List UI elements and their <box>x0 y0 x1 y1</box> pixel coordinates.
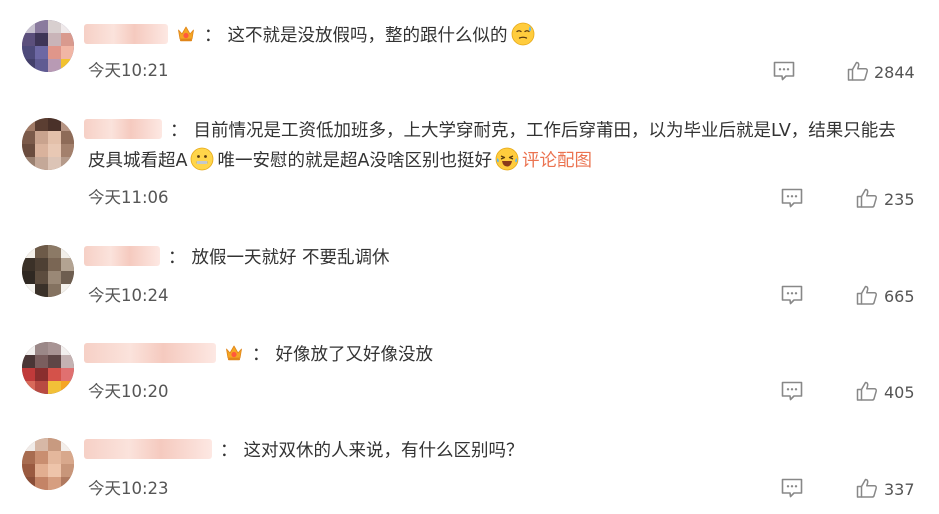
colon: ： <box>220 441 238 461</box>
comment-item: ：这对双休的人来说，有什么区别吗？ 今天10:23 337 <box>0 0 939 514</box>
comment-text: 这对双休的人来说，有什么区别吗？ <box>243 441 524 461</box>
username-redacted[interactable] <box>84 439 212 459</box>
comment-bubble-icon[interactable] <box>780 477 804 499</box>
timestamp: 今天10:23 <box>88 479 169 498</box>
avatar[interactable] <box>22 438 74 490</box>
comment-text-line: ：这对双休的人来说，有什么区别吗？ <box>84 435 917 467</box>
thumbs-up-icon[interactable] <box>855 477 879 499</box>
like-count: 337 <box>884 480 915 499</box>
